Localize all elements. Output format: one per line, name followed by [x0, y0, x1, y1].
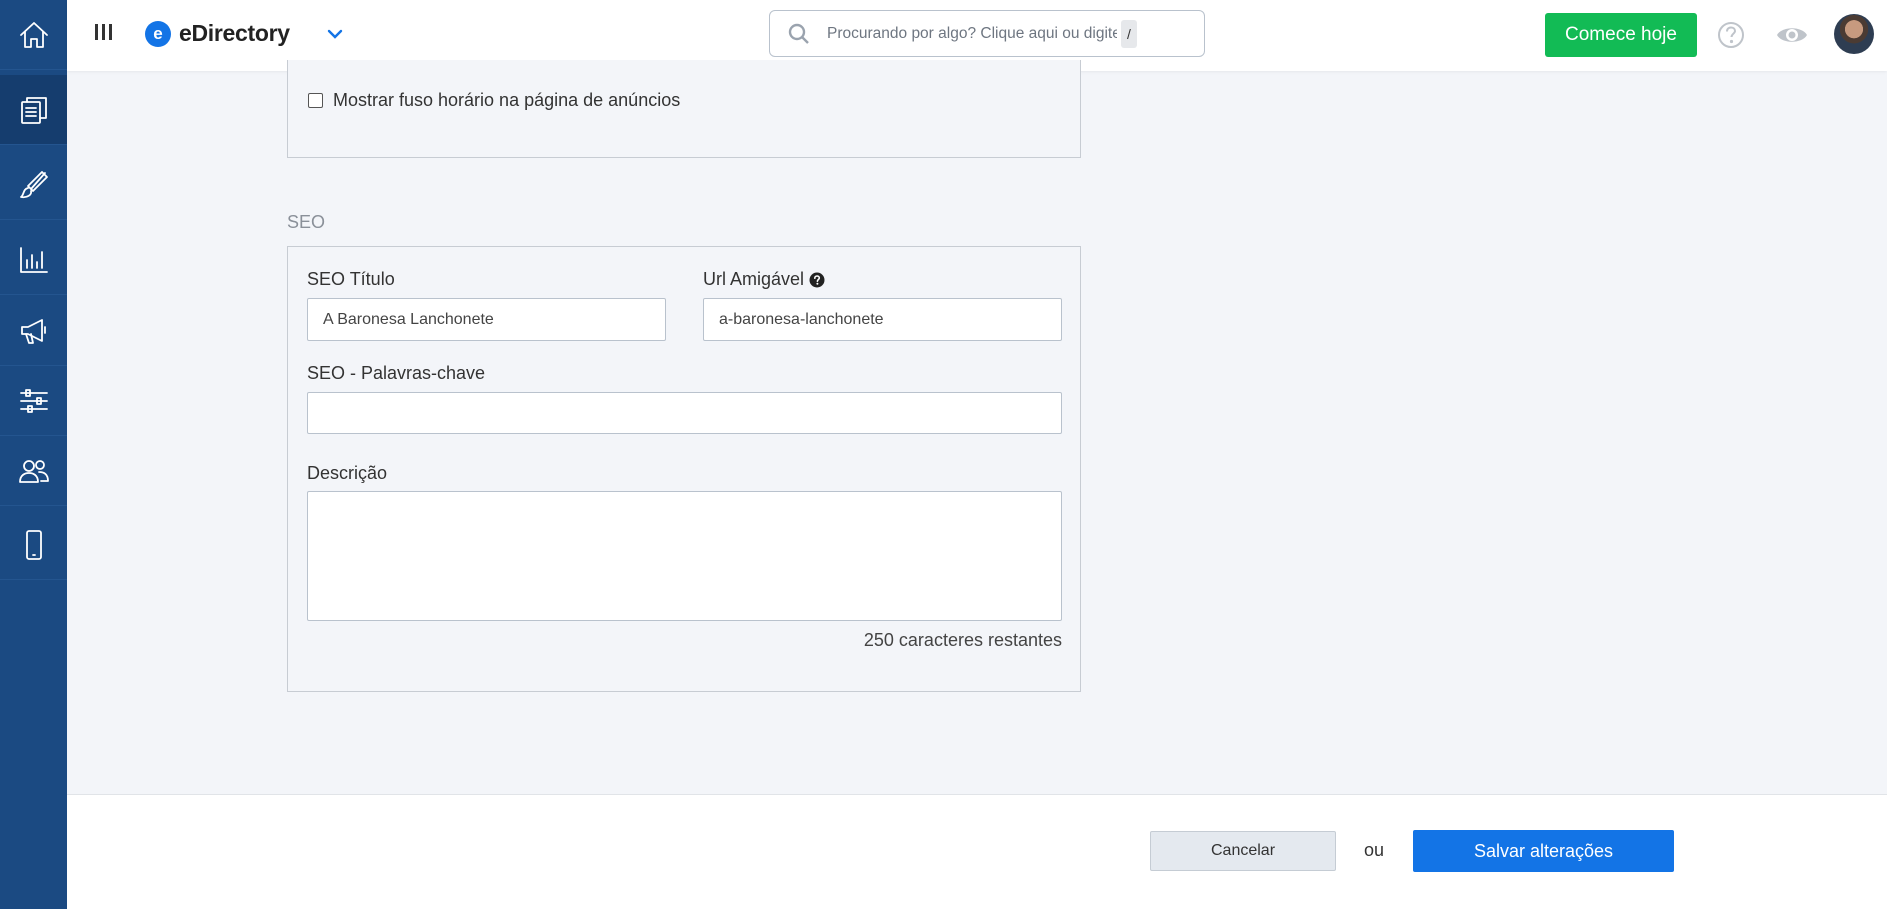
brand-name: eDirectory	[179, 20, 290, 46]
seo-panel: SEO Título Url Amigável SEO - Palavras-c…	[287, 246, 1081, 692]
chevron-down-icon[interactable]	[325, 24, 345, 44]
sidebar-item-design[interactable]	[0, 150, 67, 220]
brush-icon	[19, 170, 48, 198]
sidebar-item-settings[interactable]	[0, 366, 67, 436]
chart-icon	[19, 246, 48, 273]
megaphone-icon	[20, 318, 46, 344]
home-icon	[19, 21, 48, 48]
sidebar-item-promotions[interactable]	[0, 296, 67, 366]
timezone-checkbox-label: Mostrar fuso horário na página de anúnci…	[333, 90, 681, 110]
seo-title-label-text: SEO Título	[307, 269, 395, 289]
help-icon[interactable]	[1716, 20, 1746, 50]
friendly-url-input[interactable]	[703, 298, 1062, 341]
general-settings-panel: Mostrar fuso horário na página de anúnci…	[287, 60, 1081, 158]
avatar[interactable]	[1834, 14, 1874, 54]
save-changes-button[interactable]: Salvar alterações	[1413, 830, 1674, 872]
chars-remaining-counter: 250 caracteres restantes	[863, 630, 1062, 650]
brand[interactable]: e eDirectory	[145, 20, 290, 47]
content-icon	[20, 96, 47, 124]
seo-title-label: SEO Título	[307, 269, 395, 290]
friendly-url-label: Url Amigável	[703, 269, 825, 290]
sidebar-item-users[interactable]	[0, 436, 67, 506]
seo-section-title: SEO	[287, 212, 326, 232]
sidebar	[0, 0, 67, 909]
users-icon	[18, 459, 49, 483]
menu-toggle-icon[interactable]	[95, 24, 113, 44]
description-textarea[interactable]	[307, 491, 1062, 621]
mobile-icon	[25, 529, 42, 560]
timezone-checkbox[interactable]	[308, 93, 323, 108]
seo-keywords-label-text: SEO - Palavras-chave	[307, 363, 486, 383]
search-input[interactable]	[827, 24, 1117, 43]
sidebar-item-apps[interactable]	[0, 510, 67, 580]
timezone-checkbox-row[interactable]: Mostrar fuso horário na página de anúnci…	[308, 90, 680, 111]
search-box[interactable]: /	[769, 10, 1205, 57]
form-footer: Cancelar ou Salvar alterações	[67, 794, 1887, 909]
seo-title-input[interactable]	[307, 298, 666, 341]
sidebar-item-home[interactable]	[0, 0, 67, 70]
seo-keywords-input[interactable]	[307, 392, 1062, 434]
question-circle-icon[interactable]	[809, 272, 825, 288]
description-label: Descrição	[307, 463, 387, 484]
sidebar-item-reports[interactable]	[0, 225, 67, 295]
or-separator: ou	[1364, 840, 1385, 860]
friendly-url-label-text: Url Amigável	[703, 269, 805, 289]
start-today-button[interactable]: Comece hoje	[1545, 13, 1697, 57]
eye-icon[interactable]	[1776, 20, 1808, 50]
sliders-icon	[19, 388, 48, 413]
seo-keywords-label: SEO - Palavras-chave	[307, 363, 485, 384]
sidebar-item-content[interactable]	[0, 75, 67, 145]
cancel-button[interactable]: Cancelar	[1150, 831, 1336, 871]
brand-logo-icon: e	[145, 20, 171, 47]
search-icon	[787, 22, 811, 46]
search-shortcut-key: /	[1121, 19, 1137, 48]
description-label-text: Descrição	[307, 463, 388, 483]
